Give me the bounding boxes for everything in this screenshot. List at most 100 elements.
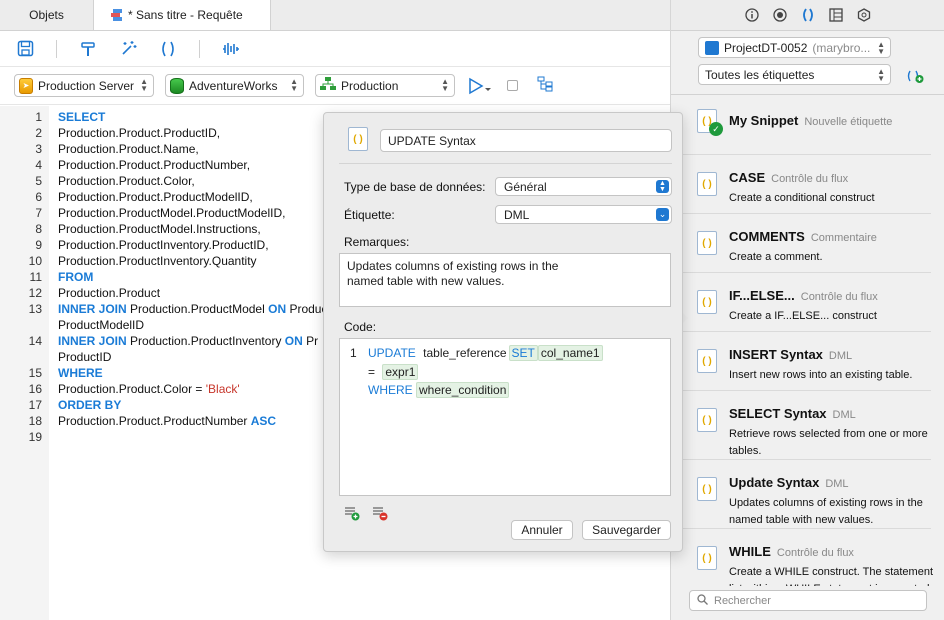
query-tab-icon (108, 8, 124, 22)
schema-select[interactable]: Production ▲ ▼ (315, 74, 455, 97)
sql-keyword: ON (268, 302, 287, 316)
database-select[interactable]: AdventureWorks ▲ ▼ (165, 74, 304, 97)
sql-text: Produc (286, 302, 328, 316)
sql-text: Production.ProductInventory (126, 334, 285, 348)
code-line: INNER JOIN Production.ProductModel ON Pr… (58, 301, 327, 317)
add-tag-icon[interactable] (907, 68, 924, 84)
snippet-code-editor[interactable]: 1 UPDATE table_reference SET col_name1 = e… (339, 338, 671, 496)
snippet-item[interactable]: ( ) WHILE Contrôle du flux Create a WHILE c… (671, 529, 933, 586)
tag-label: Étiquette: (344, 208, 395, 222)
sql-text: Production.ProductModel.Instructions, (58, 222, 261, 236)
model-hexagon-icon[interactable] (856, 7, 872, 23)
snippet-name-input[interactable]: UPDATE Syntax (380, 129, 672, 152)
info-icon[interactable] (744, 7, 760, 23)
snippet-title-text: My Snippet (729, 113, 799, 128)
sql-keyword: ORDER BY (58, 398, 122, 412)
snippet-item[interactable]: ( ) ✓ My Snippet Nouvelle étiquette (671, 96, 931, 155)
code-line: UPDATE table_reference SET col_name1 (368, 344, 603, 362)
code-placeholder-token[interactable]: col_name1 (537, 345, 603, 361)
sql-text: ProductID (58, 350, 112, 364)
code-line: SELECT (58, 109, 105, 125)
snippet-file-icon: ( ) (697, 408, 717, 432)
snippet-description: Create a IF...ELSE... construct (729, 310, 877, 322)
cancel-button[interactable]: Annuler (511, 520, 573, 540)
snippet-file-icon: ( ) (697, 349, 717, 373)
snippet-description: Create a conditional construct (729, 192, 875, 204)
code-keyword-token[interactable]: SET (508, 345, 538, 361)
line-number-gutter: 1 2 3 4 5 6 7 8 9 10 11 12 13 14 15 16 17 18 19 (0, 106, 49, 620)
line-number: 12 (28, 286, 42, 300)
snippet-item[interactable]: ( ) INSERT Syntax DML Insert new rows into … (671, 332, 931, 391)
save-icon[interactable] (16, 40, 34, 58)
tab-objects[interactable]: Objets (0, 0, 93, 30)
sql-text: Production.ProductModel (126, 302, 269, 316)
project-name: ProjectDT-0052 (724, 40, 808, 55)
code-line: WHERE where_condition (368, 381, 510, 399)
code-line: WHERE (58, 365, 103, 381)
snippet-title: Update Syntax DML (729, 475, 849, 490)
tag-select[interactable]: DML ⌄ (495, 205, 672, 224)
toolbar-separator (56, 39, 57, 58)
line-number: 2 (35, 126, 42, 140)
explain-plan-icon[interactable] (537, 76, 554, 95)
code-line: Production.Product.Color = 'Black' (58, 381, 240, 397)
toolbar-separator (199, 39, 200, 58)
snippet-item[interactable]: ( ) COMMENTS Commentaire Create a comment. (671, 214, 931, 273)
snippet-editor-popover: ( ) UPDATE Syntax Type de base de donnée… (323, 112, 683, 552)
snippet-title-text: CASE (729, 170, 766, 185)
code-placeholder-token[interactable]: expr1 (382, 364, 419, 380)
tag-filter-label: Toutes les étiquettes (705, 67, 815, 82)
snippet-item[interactable]: ( ) Update Syntax DML Updates columns of ex… (671, 460, 931, 529)
remarks-textarea[interactable]: Updates columns of existing rows in the … (339, 253, 671, 307)
snippet-title: IF...ELSE... Contrôle du flux (729, 288, 878, 303)
line-number: 18 (28, 414, 42, 428)
tab-query[interactable]: * Sans titre - Requête (93, 0, 271, 30)
add-placeholder-icon[interactable] (344, 505, 360, 521)
line-number: 7 (35, 206, 42, 220)
sql-text: Production.Product.Color, (58, 174, 195, 188)
snippet-search[interactable]: Rechercher (689, 590, 927, 611)
run-icon[interactable] (468, 77, 494, 95)
code-line: Production.Product.ProductNumber ASC (58, 413, 276, 429)
stop-icon[interactable] (507, 80, 518, 91)
sql-keyword: ON (284, 334, 303, 348)
line-number: 8 (35, 222, 42, 236)
code-line: Production.Product.ProductNumber, (58, 157, 250, 173)
sql-text: Production.Product.ProductNumber (58, 414, 251, 428)
explain-chart-icon[interactable] (222, 40, 240, 58)
code-placeholder[interactable]: table_reference (423, 346, 506, 360)
format-icon[interactable] (79, 40, 97, 58)
server-select-label: Production Server (38, 78, 135, 93)
sql-text: Production.Product.Name, (58, 142, 199, 156)
tag-filter-select[interactable]: Toutes les étiquettes ▲ ▼ (698, 64, 891, 85)
code-placeholder-token[interactable]: where_condition (416, 382, 510, 398)
layout-icon[interactable] (828, 7, 844, 23)
snippet-parentheses-icon[interactable] (159, 40, 177, 58)
sql-text: Production.ProductInventory.ProductID, (58, 238, 269, 252)
snippet-item[interactable]: ( ) SELECT Syntax DML Retrieve rows selecte… (671, 391, 931, 460)
magic-wand-icon[interactable] (119, 40, 137, 58)
remove-placeholder-icon[interactable] (372, 505, 388, 521)
sql-text: Production.Product.ProductID, (58, 126, 221, 140)
project-select[interactable]: ProjectDT-0052 (marybro... ▲ ▼ (698, 37, 891, 58)
remarks-label: Remarques: (344, 235, 410, 249)
db-type-select[interactable]: Général ▲ ▼ (495, 177, 672, 196)
code-line: Production.Product.Color, (58, 173, 195, 189)
server-select[interactable]: ➤ Production Server ▲ ▼ (14, 74, 154, 97)
search-placeholder: Rechercher (714, 594, 771, 607)
snippets-tab-icon[interactable] (800, 7, 816, 23)
db-type-label: Type de base de données: (344, 180, 486, 194)
snippet-file-icon: ( ) (697, 172, 717, 196)
preview-eye-icon[interactable] (772, 7, 788, 23)
snippet-item[interactable]: ( ) CASE Contrôle du flux Create a conditio… (671, 155, 931, 214)
save-button[interactable]: Sauvegarder (582, 520, 671, 540)
line-number: 19 (28, 430, 42, 444)
snippet-description: Updates columns of existing rows in the … (729, 497, 923, 526)
snippet-item[interactable]: ( ) IF...ELSE... Contrôle du flux Create a … (671, 273, 931, 332)
line-number: 10 (28, 254, 42, 268)
snippet-list: ( ) ✓ My Snippet Nouvelle étiquette ( ) CASE C… (671, 96, 944, 586)
remarks-text: Updates columns of existing rows in the … (347, 259, 559, 288)
snippet-title-text: INSERT Syntax (729, 347, 823, 362)
code-keyword: UPDATE (368, 346, 416, 360)
line-number: 3 (35, 142, 42, 156)
